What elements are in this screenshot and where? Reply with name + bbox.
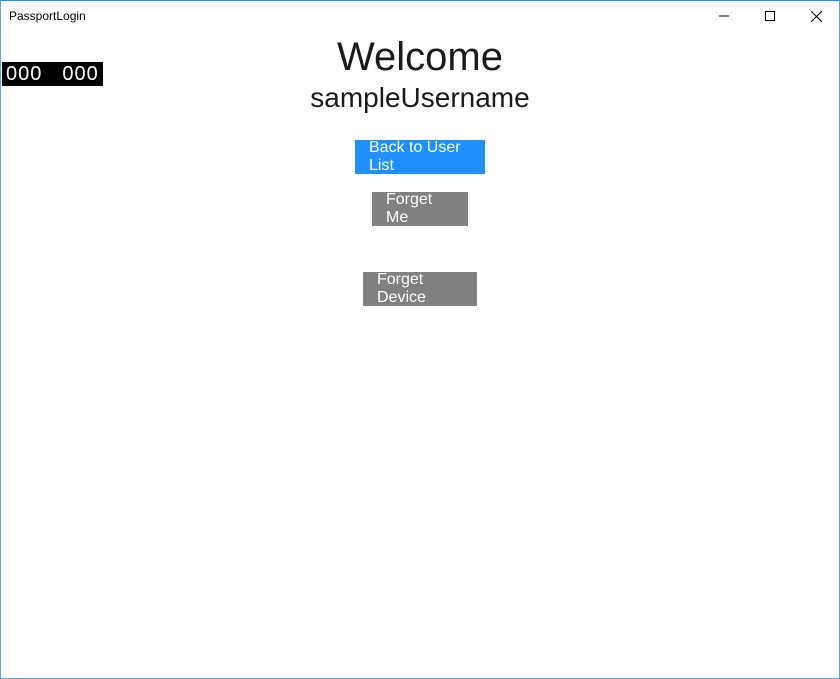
minimize-icon: [719, 11, 729, 21]
back-to-user-list-button[interactable]: Back to User List: [355, 140, 485, 174]
debug-counter-left: 000: [6, 62, 42, 86]
welcome-title: Welcome: [337, 35, 503, 80]
welcome-panel: Welcome sampleUsername Back to User List…: [1, 31, 839, 306]
titlebar: PassportLogin: [1, 1, 839, 31]
close-icon: [811, 11, 822, 22]
debug-counter-overlay: 000 000: [2, 62, 103, 86]
window-title: PassportLogin: [9, 9, 86, 23]
button-label: Forget Device: [377, 271, 463, 307]
minimize-button[interactable]: [701, 1, 747, 31]
forget-me-button[interactable]: Forget Me: [372, 192, 468, 226]
button-label: Back to User List: [369, 139, 471, 175]
maximize-button[interactable]: [747, 1, 793, 31]
username-label: sampleUsername: [310, 82, 529, 114]
maximize-icon: [765, 11, 775, 21]
button-label: Forget Me: [386, 191, 454, 227]
debug-counter-right: 000: [62, 62, 98, 86]
client-area: 000 000 Welcome sampleUsername Back to U…: [1, 31, 839, 678]
forget-device-button[interactable]: Forget Device: [363, 272, 477, 306]
window-controls: [701, 1, 839, 31]
app-window: PassportLogin: [0, 0, 840, 679]
close-button[interactable]: [793, 1, 839, 31]
